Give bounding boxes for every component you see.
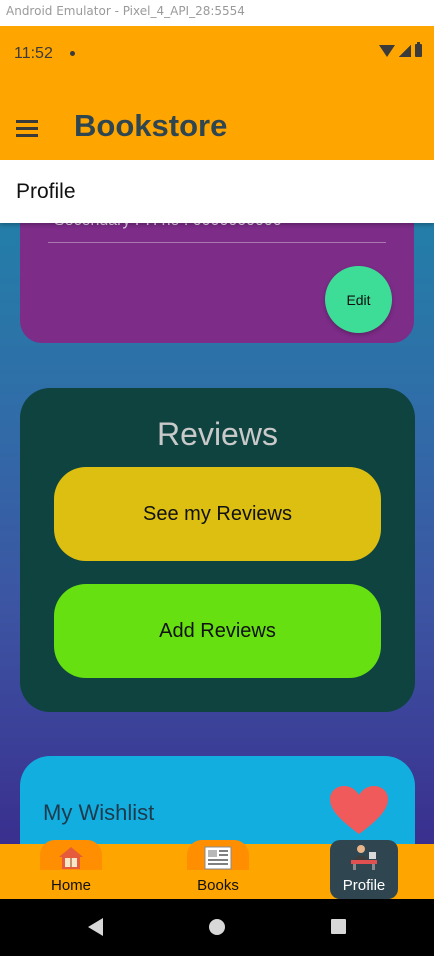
status-bar: 11:52 [0,26,434,82]
back-icon[interactable] [88,918,103,936]
wifi-icon [379,44,395,57]
nav-item-home[interactable]: Home [30,840,112,899]
status-icons [379,42,422,57]
recents-icon[interactable] [331,919,346,934]
home-book-icon [59,847,83,869]
app-bar: Bookstore [0,82,434,160]
hamburger-menu-icon[interactable] [16,120,38,137]
bottom-navigation: Home Books Profile [0,840,434,899]
app-title: Bookstore [74,108,228,143]
wishlist-title: My Wishlist [43,800,155,825]
notification-dot-icon [70,51,75,56]
page-title: Profile [16,180,76,203]
edit-button[interactable]: Edit [325,266,392,333]
signal-icon [399,44,411,57]
books-icon-wrap [187,840,249,870]
page-header: Profile [0,160,434,223]
emulator-window-title: Android Emulator - Pixel_4_API_28:5554 [0,0,434,26]
add-reviews-button[interactable]: Add Reviews [54,584,381,678]
nav-label-books: Books [197,877,239,894]
home-circle-icon[interactable] [209,919,225,935]
profile-desk-icon [351,845,377,870]
wishlist-card[interactable]: My Wishlist [20,756,415,844]
see-my-reviews-button[interactable]: See my Reviews [54,467,381,561]
nav-item-profile[interactable]: Profile [330,840,398,899]
newspaper-icon [204,846,232,870]
divider [48,242,386,243]
heart-icon[interactable] [330,786,388,836]
nav-item-books[interactable]: Books [178,840,258,899]
reviews-title: Reviews [157,416,278,452]
nav-label-profile: Profile [342,877,386,894]
nav-label-home: Home [50,877,91,894]
status-time: 11:52 [14,45,53,62]
reviews-card: Reviews See my Reviews Add Reviews [20,388,415,712]
battery-icon [415,42,422,57]
android-system-nav [0,899,434,956]
profile-content-scroll[interactable]: Profile Secondary PH no : 0000000000 Edi… [0,160,434,844]
home-icon-wrap [40,840,102,870]
